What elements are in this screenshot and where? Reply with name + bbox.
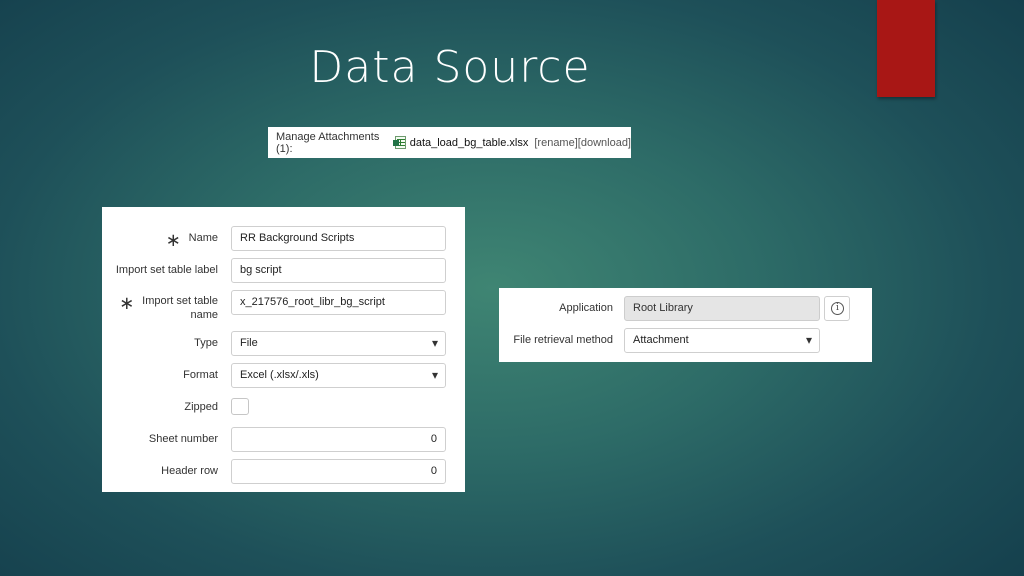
- format-select[interactable]: Excel (.xlsx/.xls): [231, 363, 446, 388]
- manage-attachments-label: Manage Attachments (1):: [276, 130, 380, 155]
- sheet-number-label: Sheet number: [148, 433, 218, 445]
- zipped-label: Zipped: [184, 401, 218, 413]
- name-input[interactable]: RR Background Scripts: [231, 226, 446, 251]
- required-asterisk-icon: ∗: [119, 293, 135, 314]
- manage-attachments-bar: Manage Attachments (1): data_load_bg_tab…: [268, 127, 631, 158]
- required-asterisk-icon: ∗: [165, 230, 181, 251]
- format-row: Format Excel (.xlsx/.xls): [102, 363, 465, 388]
- info-icon: i: [831, 302, 844, 315]
- import-name-row: ∗ Import set table name x_217576_root_libr…: [102, 290, 465, 324]
- import-set-table-name-input[interactable]: x_217576_root_libr_bg_script: [231, 290, 446, 315]
- type-select[interactable]: File: [231, 331, 446, 356]
- type-label: Type: [194, 337, 218, 349]
- data-source-form: ∗ Name RR Background Scripts Import set t…: [102, 207, 465, 492]
- import-set-table-label-input[interactable]: bg script: [231, 258, 446, 283]
- import-set-table-label-label: Import set table label: [115, 264, 218, 276]
- header-row-row: Header row 0: [102, 459, 465, 484]
- zipped-checkbox[interactable]: [231, 398, 249, 415]
- application-info-button[interactable]: i: [824, 296, 850, 321]
- download-link[interactable]: [download]: [578, 137, 631, 149]
- name-row: ∗ Name RR Background Scripts: [102, 226, 465, 251]
- zipped-row: Zipped: [102, 398, 465, 416]
- sheet-number-row: Sheet number 0: [102, 427, 465, 452]
- header-row-label: Header row: [161, 465, 218, 477]
- rename-link[interactable]: [rename]: [534, 137, 577, 149]
- application-field: Root Library: [624, 296, 820, 321]
- header-row-input[interactable]: 0: [231, 459, 446, 484]
- name-label: ∗ Name: [165, 230, 218, 251]
- application-panel: Application Root Library i File retrieva…: [499, 288, 872, 362]
- attachment-file-link[interactable]: data_load_bg_table.xlsx: [410, 137, 529, 149]
- import-set-table-name-label: ∗ Import set table name: [119, 293, 218, 321]
- file-retrieval-method-select[interactable]: Attachment: [624, 328, 820, 353]
- file-retrieval-method-label: File retrieval method: [513, 334, 613, 346]
- application-label: Application: [559, 302, 613, 314]
- sheet-number-input[interactable]: 0: [231, 427, 446, 452]
- slide-title: Data Source: [309, 42, 591, 93]
- import-label-row: Import set table label bg script: [102, 258, 465, 283]
- type-row: Type File: [102, 331, 465, 356]
- format-label: Format: [183, 369, 218, 381]
- excel-file-icon: [392, 136, 406, 149]
